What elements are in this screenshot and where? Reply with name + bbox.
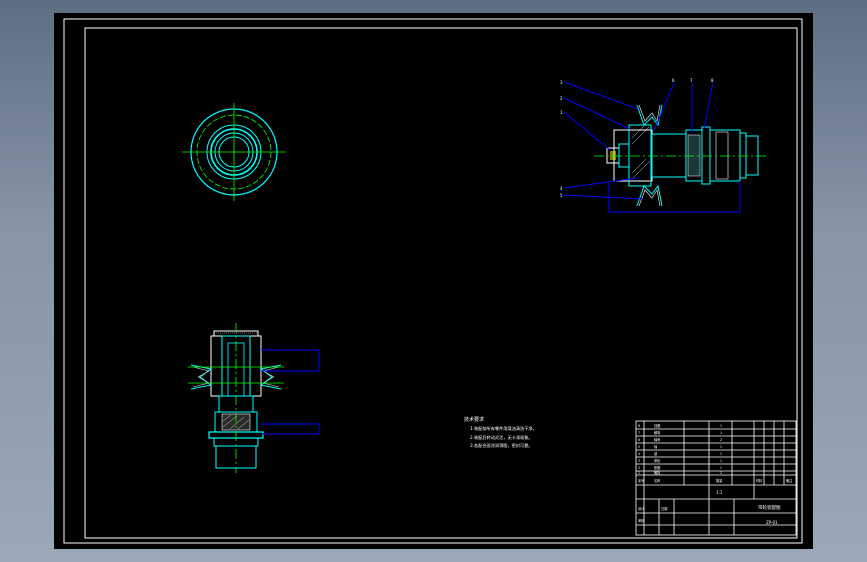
part-no-5: 5 xyxy=(638,445,640,449)
part-name-1: 螺栓 xyxy=(654,470,661,475)
balloon-5: 5 xyxy=(560,193,563,198)
notes-title: 技术要求 xyxy=(464,416,484,423)
part-name-8: 挡圈 xyxy=(654,423,660,428)
part-no-1: 1 xyxy=(638,471,640,475)
note-line-1: 1.装配前所有零件用煤油清洗干净。 xyxy=(470,425,537,432)
part-name-4: 键 xyxy=(654,451,658,456)
part-no-2: 2 xyxy=(638,466,640,470)
part-qty-4: 1 xyxy=(720,452,722,456)
vertical-section xyxy=(188,323,320,473)
scale-label: 1:1 xyxy=(716,490,723,495)
date-label: 日期 xyxy=(661,506,667,511)
part-qty-5: 1 xyxy=(720,445,722,449)
balloon-4: 4 xyxy=(560,186,563,191)
part-qty-6: 2 xyxy=(720,438,722,442)
note-line-3: 3.各配合面涂润滑脂，密封可靠。 xyxy=(470,442,533,449)
part-qty-3: 1 xyxy=(720,459,722,463)
balloon-3: 3 xyxy=(560,80,563,85)
part-name-2: 垫圈 xyxy=(654,465,660,470)
header-qty: 数量 xyxy=(716,478,723,483)
part-no-3: 3 xyxy=(638,459,640,463)
checker-label: 审核 xyxy=(638,518,645,523)
balloon-1: 1 xyxy=(560,110,563,115)
drawing-name: 带轮装配图 xyxy=(758,504,781,511)
part-qty-2: 1 xyxy=(720,466,722,470)
part-name-6: 轴承 xyxy=(654,437,661,442)
part-qty-7: 1 xyxy=(720,431,722,435)
cad-drawing: 3 2 1 4 5 6 7 8 技术要求 1.装配前所有零件用煤油清洗干净。 2… xyxy=(63,18,803,544)
header-material: 材料 xyxy=(756,478,763,483)
drawing-viewport[interactable]: 3 2 1 4 5 6 7 8 技术要求 1.装配前所有零件用煤油清洗干净。 2… xyxy=(54,13,813,549)
header-name: 名称 xyxy=(654,478,661,483)
part-name-3: 带轮 xyxy=(654,458,661,463)
balloon-8: 8 xyxy=(711,78,714,83)
balloon-6: 6 xyxy=(672,78,675,83)
part-qty-8: 1 xyxy=(720,424,722,428)
balloon-2: 2 xyxy=(560,96,563,101)
technical-notes: 技术要求 1.装配前所有零件用煤油清洗干净。 2.装配后转动灵活，无卡滞现象。 … xyxy=(464,416,537,449)
title-block-text: 8 挡圈 1 7 螺母 1 6 轴承 2 5 轴 1 4 键 1 3 带轮 1 … xyxy=(638,423,793,525)
inner-frame xyxy=(84,27,798,539)
end-view xyxy=(182,103,286,201)
drawing-number: ZP-01 xyxy=(766,520,778,525)
header-remark: 备注 xyxy=(786,478,793,483)
part-no-7: 7 xyxy=(638,431,640,435)
assembly-section: 3 2 1 4 5 6 7 8 xyxy=(560,78,766,213)
part-no-4: 4 xyxy=(638,452,640,456)
part-no-8: 8 xyxy=(638,424,640,428)
part-qty-1: 1 xyxy=(720,471,722,475)
header-no: 序号 xyxy=(638,478,644,483)
part-name-5: 轴 xyxy=(654,444,657,449)
balloon-7: 7 xyxy=(690,78,693,83)
part-name-7: 螺母 xyxy=(654,430,660,435)
note-line-2: 2.装配后转动灵活，无卡滞现象。 xyxy=(470,434,533,441)
designer-label: 设计 xyxy=(638,506,645,511)
part-no-6: 6 xyxy=(638,438,640,442)
